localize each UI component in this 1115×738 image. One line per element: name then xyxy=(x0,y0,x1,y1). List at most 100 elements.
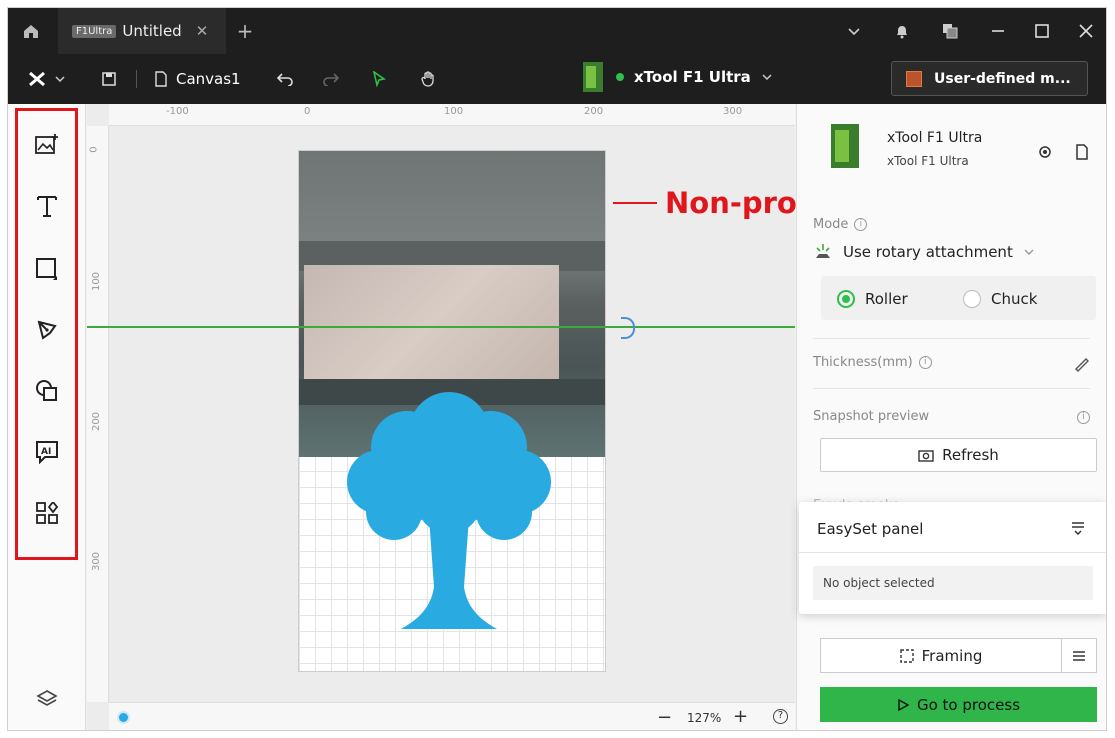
close-tab-icon[interactable]: ✕ xyxy=(196,22,209,40)
new-tab-button[interactable]: + xyxy=(232,18,258,44)
zoom-in-button[interactable]: + xyxy=(733,706,748,727)
dropdown-button[interactable] xyxy=(832,8,876,54)
zoom-out-button[interactable]: − xyxy=(657,707,672,728)
right-panel: xTool F1 Ultra xTool F1 Ultra Mode i Use … xyxy=(796,104,1106,730)
rotary-axis-line[interactable] xyxy=(87,326,795,328)
material-selector[interactable]: User-defined m... xyxy=(891,61,1088,96)
bell-icon xyxy=(897,26,907,39)
maximize-icon xyxy=(1035,24,1049,38)
xtool-logo-icon xyxy=(29,71,45,87)
thickness-label-text: Thickness(mm) xyxy=(813,355,913,370)
minimize-icon xyxy=(992,30,1004,32)
text-icon xyxy=(37,196,57,217)
save-button[interactable] xyxy=(96,54,122,104)
divider xyxy=(813,338,1090,339)
easyset-panel: EasySet panel No object selected xyxy=(799,502,1106,614)
easyset-title: EasySet panel xyxy=(817,520,924,538)
framing-options-button[interactable] xyxy=(1061,638,1097,673)
tab-untitled[interactable]: F1Ultra Untitled ✕ xyxy=(58,8,226,54)
radio-selected-dot xyxy=(842,295,850,303)
maximize-button[interactable] xyxy=(1020,8,1064,54)
pen-tool-button[interactable] xyxy=(30,313,64,347)
title-bar: F1Ultra Untitled ✕ + xyxy=(8,8,1106,54)
snapshot-label-text: Snapshot preview xyxy=(813,409,930,424)
ruler-label: -100 xyxy=(166,106,189,117)
chuck-label: Chuck xyxy=(991,290,1038,308)
ai-tool-button[interactable]: AI xyxy=(30,435,64,469)
work-area[interactable] xyxy=(298,150,606,672)
ruler-label: 0 xyxy=(88,146,100,153)
cursor-arrow-icon xyxy=(372,71,386,87)
document-icon xyxy=(1076,144,1088,160)
ruler-label: 100 xyxy=(444,106,464,117)
tree-graphic[interactable] xyxy=(329,387,569,637)
redo-icon xyxy=(323,73,340,86)
canvas-name: Canvas1 xyxy=(176,70,241,88)
info-icon[interactable]: i xyxy=(1077,411,1090,424)
pen-icon xyxy=(37,320,57,340)
zoom-level: 127% xyxy=(687,711,722,725)
divider xyxy=(813,388,1090,389)
redo-button[interactable] xyxy=(318,54,344,104)
shape-tool-button[interactable] xyxy=(30,252,64,286)
device-title: xTool F1 Ultra xyxy=(887,130,983,146)
collapse-menu-icon xyxy=(1072,522,1084,536)
add-image-button[interactable] xyxy=(30,127,64,161)
device-badge: F1Ultra xyxy=(72,24,117,38)
minimize-button[interactable] xyxy=(976,8,1020,54)
canvas-status-bar: − 127% + ? xyxy=(109,702,795,730)
main-toolbar: Canvas1 xTool F1 Ultra User-defined m... xyxy=(8,54,1106,104)
layers-button[interactable] xyxy=(30,682,64,716)
app-window: F1Ultra Untitled ✕ + Canvas1 xTool F1 Ul… xyxy=(7,7,1107,731)
undo-icon xyxy=(276,73,293,86)
info-icon[interactable]: i xyxy=(854,218,868,231)
radio-chuck[interactable] xyxy=(963,290,981,308)
canvas-area[interactable]: -100 0 100 200 300 0 100 200 300 Non-pro… xyxy=(87,104,1003,730)
device-doc-button[interactable] xyxy=(1075,144,1089,164)
notifications-button[interactable] xyxy=(880,8,924,54)
measure-button[interactable] xyxy=(1073,356,1089,376)
info-icon[interactable]: i xyxy=(918,356,932,369)
square-icon xyxy=(36,258,57,280)
settings-icon xyxy=(1039,146,1051,158)
mode-dropdown[interactable]: Use rotary attachment xyxy=(813,242,1035,262)
empty-selection-box: No object selected xyxy=(813,566,1093,600)
home-button[interactable] xyxy=(8,8,54,54)
select-tool-button[interactable] xyxy=(366,54,392,104)
canvas-selector[interactable]: Canvas1 xyxy=(154,54,254,104)
svg-text:AI: AI xyxy=(41,447,51,457)
undo-button[interactable] xyxy=(272,54,298,104)
framing-button[interactable]: Framing xyxy=(820,638,1062,673)
annotation-line xyxy=(613,202,657,204)
device-settings-button[interactable] xyxy=(1037,144,1053,164)
chevron-down-icon xyxy=(1024,249,1034,255)
connection-status-dot xyxy=(616,73,624,81)
process-label: Go to process xyxy=(916,695,1021,714)
rotary-handle[interactable] xyxy=(621,317,635,339)
pan-tool-button[interactable] xyxy=(416,54,442,104)
go-to-process-button[interactable]: Go to process xyxy=(820,687,1097,722)
easyset-menu-button[interactable] xyxy=(1071,520,1085,539)
mode-label: Mode i xyxy=(813,217,868,232)
help-icon[interactable]: ? xyxy=(773,709,788,724)
material-name: User-defined m... xyxy=(934,70,1071,87)
chevron-down-icon xyxy=(848,28,860,36)
ruler-label: 0 xyxy=(304,106,311,117)
device-selector[interactable]: xTool F1 Ultra xyxy=(580,60,773,94)
text-tool-button[interactable] xyxy=(30,189,64,223)
rotary-icon xyxy=(816,244,830,258)
material-board xyxy=(304,265,559,379)
grid-apps-icon xyxy=(36,502,58,524)
close-window-button[interactable] xyxy=(1064,8,1106,54)
refresh-button[interactable]: Refresh xyxy=(820,438,1097,472)
more-tools-button[interactable] xyxy=(30,496,64,530)
windows-button[interactable] xyxy=(928,8,972,54)
ruler-label: 200 xyxy=(91,411,103,432)
app-menu-button[interactable] xyxy=(22,54,72,104)
rotary-type-group: Roller Chuck xyxy=(821,276,1096,320)
combine-shapes-button[interactable] xyxy=(30,374,64,408)
hand-icon xyxy=(421,71,434,87)
divider xyxy=(799,552,1106,553)
radio-roller[interactable] xyxy=(837,290,855,308)
ruler-left: 0 100 200 300 xyxy=(87,126,109,702)
